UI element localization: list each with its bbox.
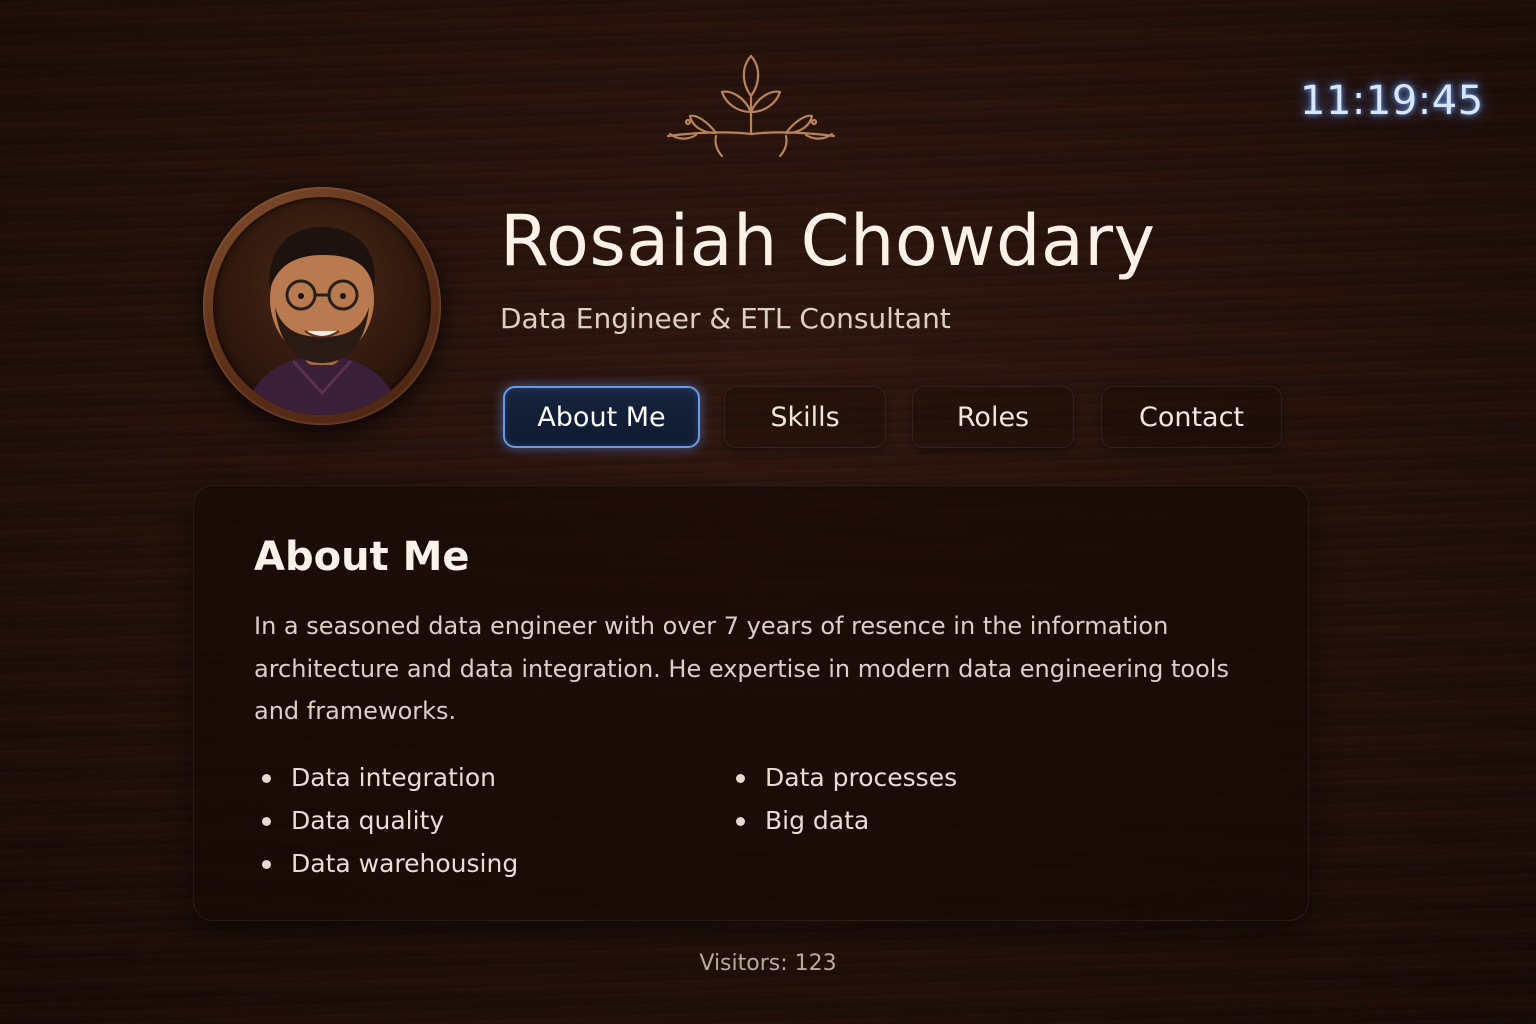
profile-name: Rosaiah Chowdary (500, 200, 1156, 282)
profile-title: Data Engineer & ETL Consultant (500, 302, 951, 335)
tab-label: Contact (1138, 401, 1245, 433)
skills-list-right: Data processes Big data (736, 762, 957, 848)
about-card: About Me In a seasoned data engineer wit… (193, 485, 1309, 921)
tab-skills[interactable]: Skills (724, 386, 886, 448)
list-item: Data warehousing (262, 848, 518, 891)
tab-contact[interactable]: Contact (1101, 386, 1282, 448)
list-item: Data quality (262, 805, 518, 848)
list-item: Data integration (262, 762, 518, 805)
tab-about-me[interactable]: About Me (503, 386, 700, 448)
profile-photo-icon (243, 226, 401, 415)
section-heading: About Me (254, 534, 470, 580)
list-item: Big data (736, 805, 957, 848)
visitor-counter: Visitors: 123 (699, 951, 837, 976)
tab-label: About Me (537, 401, 666, 433)
nav-tabs: About Me Skills Roles Contact (0, 386, 1536, 450)
list-item: Data processes (736, 762, 957, 805)
digital-clock: 11:19:45 (1300, 78, 1484, 124)
about-paragraph: In a seasoned data engineer with over 7 … (254, 612, 1229, 725)
tab-label: Roles (956, 401, 1030, 433)
skills-list-left: Data integration Data quality Data wareh… (262, 762, 518, 891)
tab-label: Skills (770, 401, 840, 433)
avatar (213, 197, 431, 415)
leaf-ornament-icon (656, 52, 846, 160)
tab-roles[interactable]: Roles (912, 386, 1074, 448)
